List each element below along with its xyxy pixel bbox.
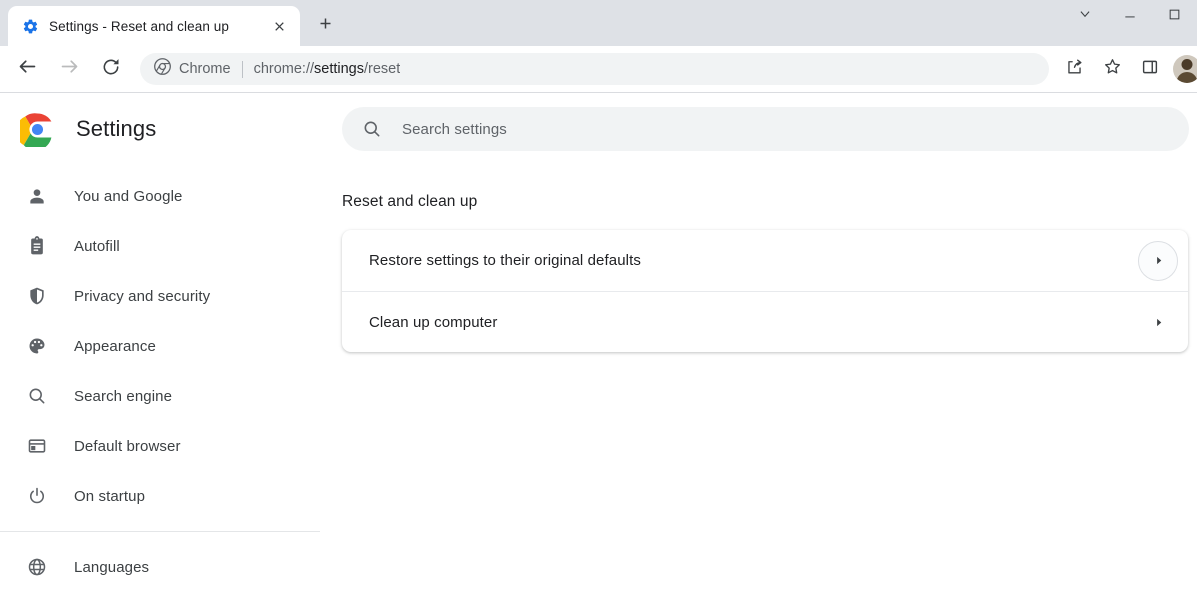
star-icon [1103,57,1122,81]
side-panel-button[interactable] [1134,53,1166,85]
sidebar-divider [0,531,320,532]
reset-and-cleanup-card: Restore settings to their original defau… [342,230,1188,352]
close-icon[interactable] [268,15,290,37]
sidebar-item-label: Appearance [74,337,156,355]
address-bar[interactable]: Chrome chrome://settings/reset [140,53,1049,85]
sidebar-item-autofill[interactable]: Autofill [0,221,320,271]
omnibox-chip-label: Chrome [179,61,231,77]
forward-arrow-icon [59,56,80,82]
bookmark-button[interactable] [1096,53,1128,85]
globe-icon [26,557,47,578]
tab-strip: Settings - Reset and clean up [0,0,1197,46]
reload-icon [101,57,121,82]
new-tab-button[interactable] [310,11,340,41]
sidebar-item-label: Languages [74,558,150,576]
reload-button[interactable] [94,52,128,86]
gear-icon [23,19,38,33]
maximize-icon [1168,8,1181,26]
sidebar-item-label: Default browser [74,437,181,455]
forward-button[interactable] [52,52,86,86]
url-scheme: chrome:// [253,61,315,77]
power-icon [26,486,47,507]
plus-icon [318,16,333,36]
row-restore-settings[interactable]: Restore settings to their original defau… [342,230,1188,291]
chrome-logo-icon [20,112,54,147]
sidebar-nav: You and Google Autofill Privacy and secu… [0,171,320,592]
url-path: /reset [364,61,401,77]
settings-brand: Settings [0,101,320,157]
side-panel-icon [1141,58,1159,81]
omnibox-chrome-chip: Chrome [154,58,231,80]
minimize-button[interactable] [1107,0,1152,33]
search-settings-bar[interactable]: Search settings [342,107,1189,151]
row-label: Clean up computer [369,313,498,331]
back-arrow-icon [17,56,38,82]
url-host: settings [314,61,364,77]
search-input[interactable]: Search settings [402,121,507,138]
sidebar-item-privacy-and-security[interactable]: Privacy and security [0,271,320,321]
sidebar-item-search-engine[interactable]: Search engine [0,371,320,421]
page-title: Settings [76,116,157,141]
section-title: Reset and clean up [342,193,478,210]
sidebar-item-label: Search engine [74,387,173,405]
share-button[interactable] [1058,53,1090,85]
minimize-icon [1123,7,1137,26]
profile-avatar[interactable] [1173,55,1197,83]
shield-icon [26,286,47,307]
row-label: Restore settings to their original defau… [369,252,641,269]
browser-window-icon [26,436,47,457]
tab-title: Settings - Reset and clean up [49,18,230,34]
sidebar-item-label: Autofill [74,237,120,255]
sidebar-item-label: On startup [74,487,146,505]
clipboard-icon [26,236,47,257]
back-button[interactable] [10,52,44,86]
avatar-head [1181,59,1193,70]
settings-main: Search settings Reset and clean up Resto… [320,93,1197,599]
omnibox-separator [241,60,243,78]
sidebar-item-label: Privacy and security [74,287,211,305]
chevron-down-icon [1078,7,1092,26]
tab-search-button[interactable] [1062,0,1107,33]
palette-icon [26,336,47,357]
chevron-right-icon[interactable] [1138,240,1178,281]
settings-sidebar: Settings You and Google Autofill Privacy [0,93,320,599]
chevron-right-icon[interactable] [1148,312,1168,332]
sidebar-item-languages[interactable]: Languages [0,542,320,592]
sidebar-item-on-startup[interactable]: On startup [0,471,320,521]
sidebar-item-appearance[interactable]: Appearance [0,321,320,371]
chrome-logo-icon [154,58,171,80]
settings-page: Settings You and Google Autofill Privacy [0,93,1197,599]
browser-toolbar: Chrome chrome://settings/reset [0,46,1197,93]
window-controls [1062,0,1197,33]
share-icon [1065,57,1084,81]
maximize-button[interactable] [1152,0,1197,33]
browser-tab[interactable]: Settings - Reset and clean up [8,6,300,46]
omnibox-url: chrome://settings/reset [254,61,401,77]
avatar-body [1176,72,1197,83]
sidebar-item-default-browser[interactable]: Default browser [0,421,320,471]
search-icon [362,119,382,139]
row-clean-up-computer[interactable]: Clean up computer [342,291,1188,352]
search-icon [26,386,47,407]
sidebar-item-you-and-google[interactable]: You and Google [0,171,320,221]
person-icon [26,186,47,207]
sidebar-item-label: You and Google [74,187,183,205]
